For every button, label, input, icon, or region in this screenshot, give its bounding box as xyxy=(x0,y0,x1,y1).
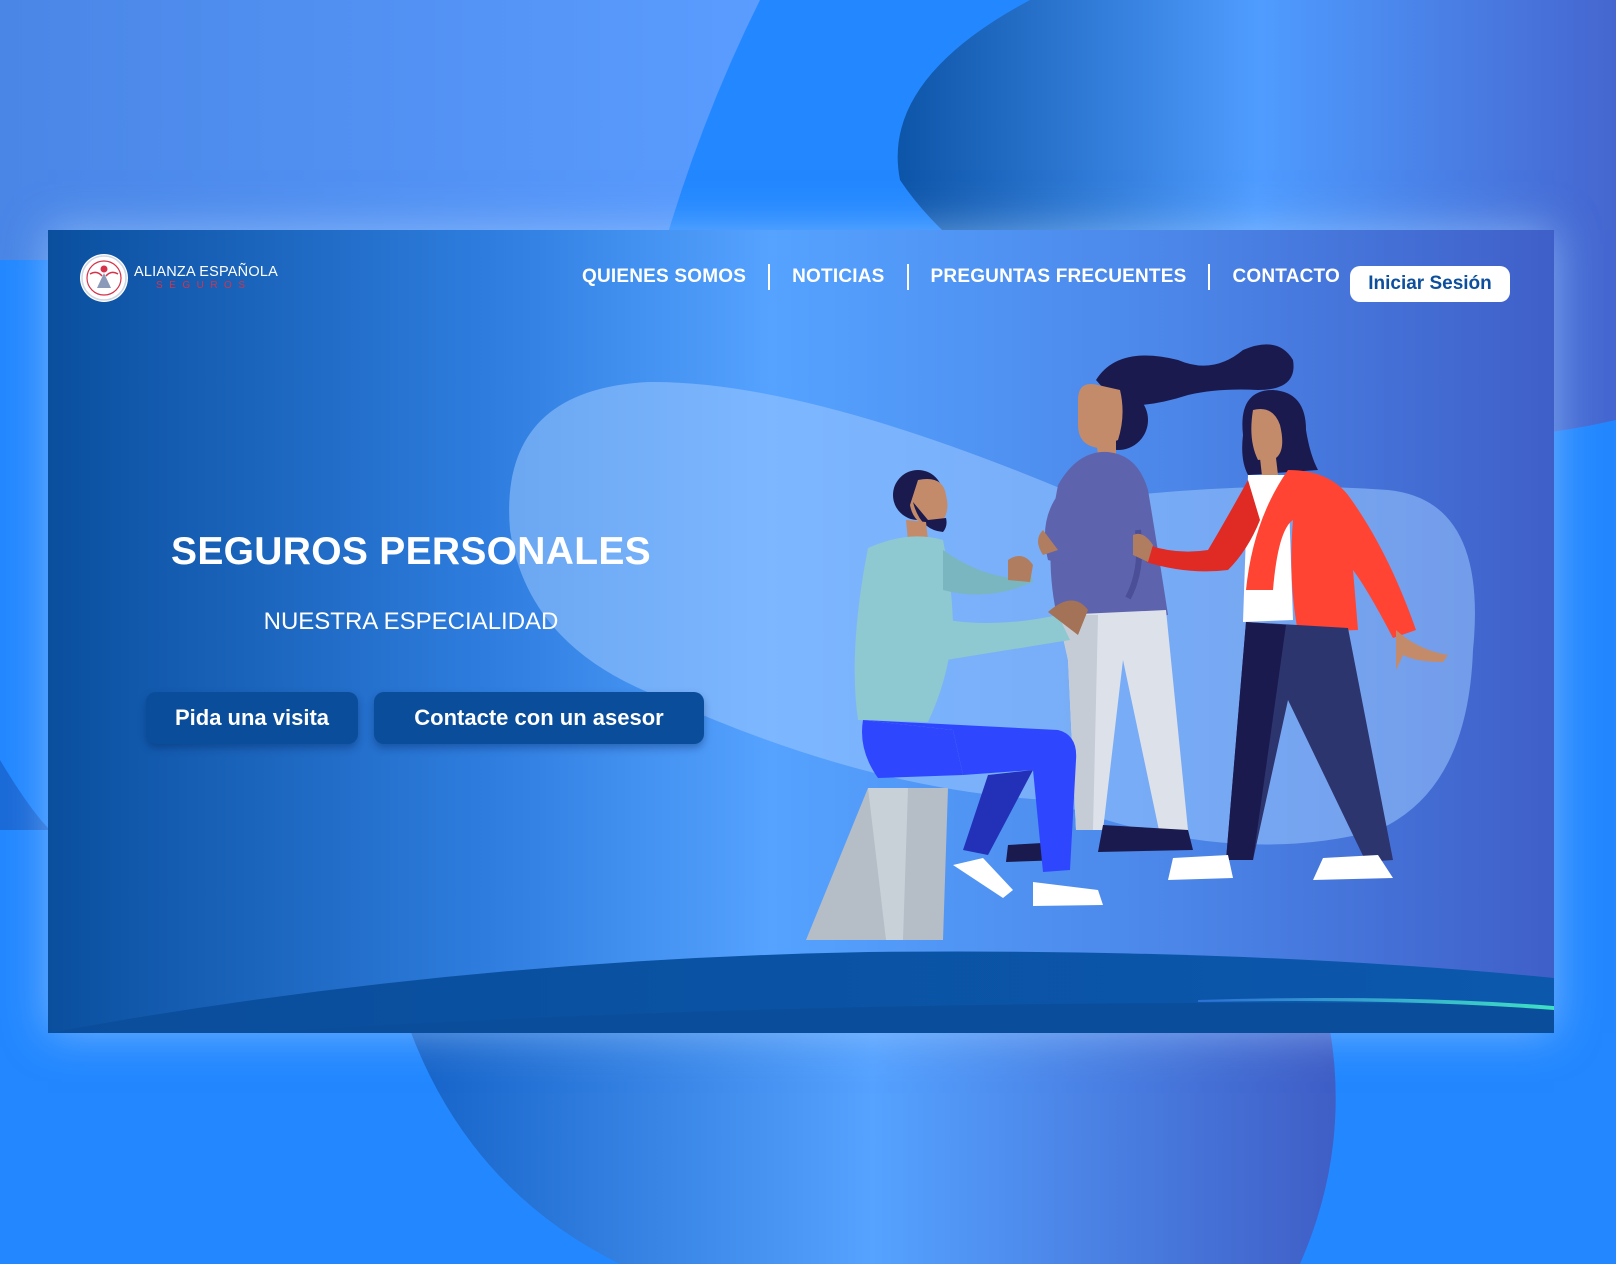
people-consultation-illustration xyxy=(806,344,1448,940)
hero-card: ALIANZA ESPAÑOLA SEGUROS QUIENES SOMOS N… xyxy=(48,230,1554,1033)
stool-shape xyxy=(806,788,948,940)
